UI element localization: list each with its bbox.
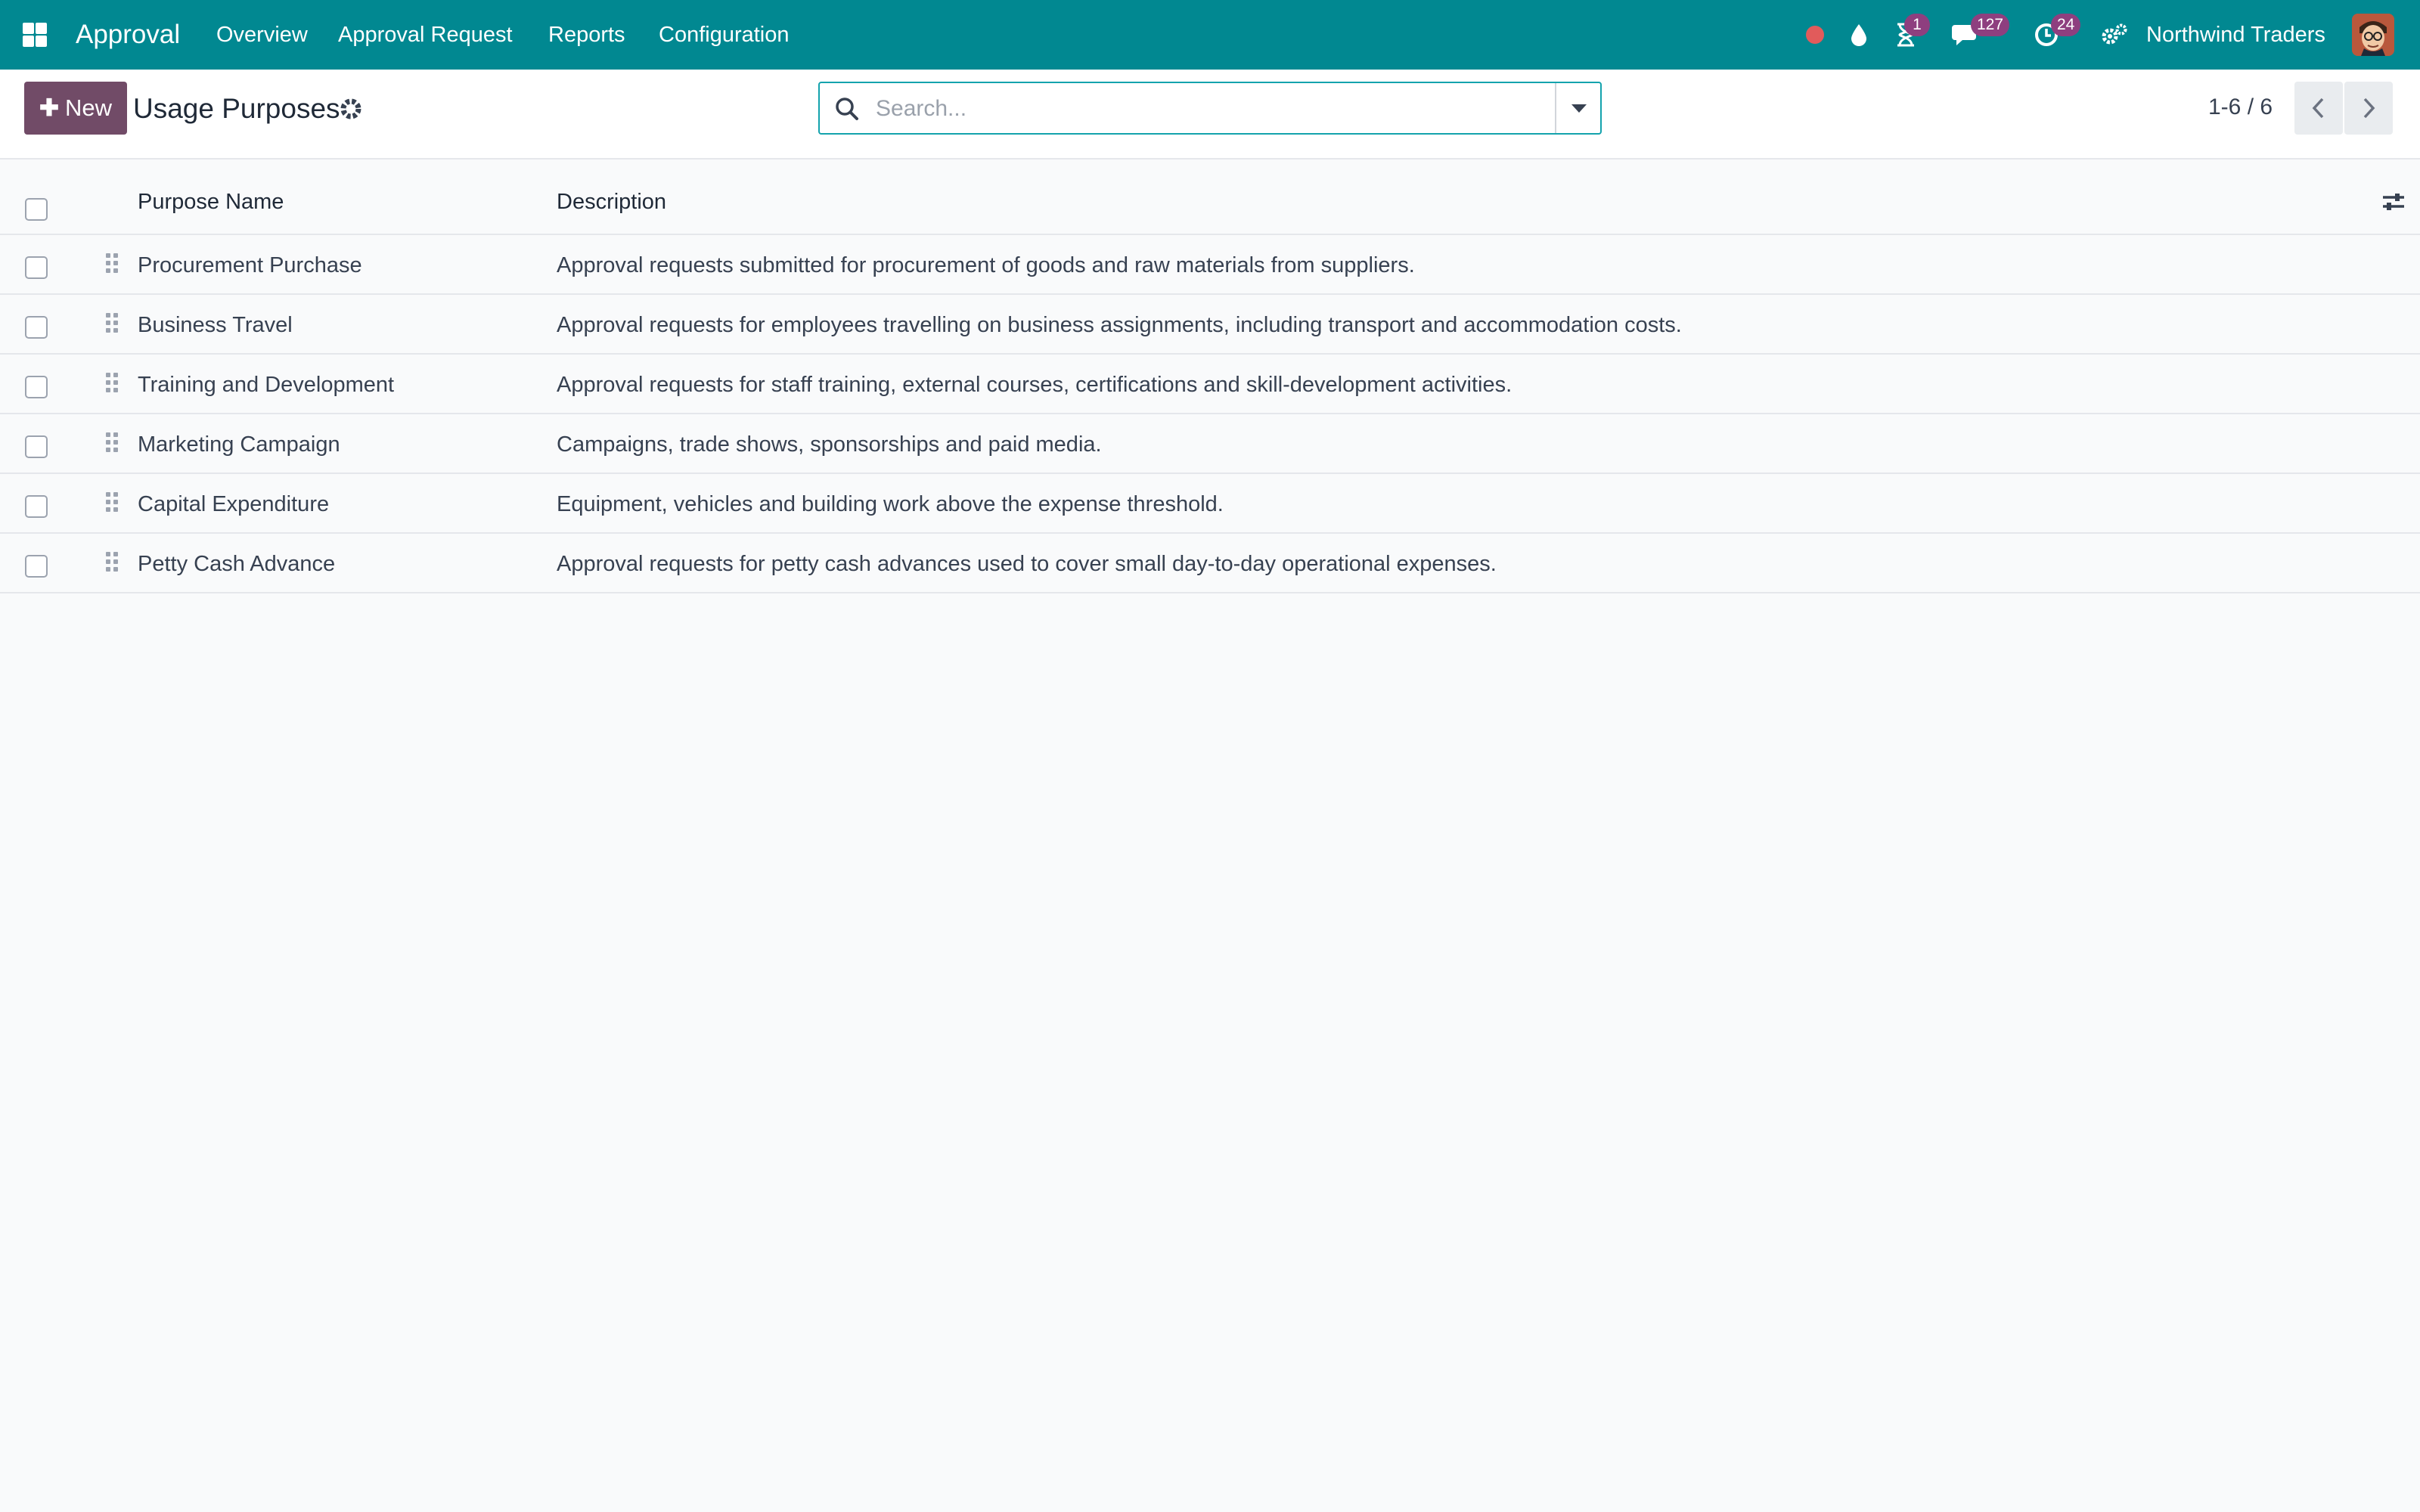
drag-handle-icon[interactable] bbox=[104, 491, 119, 513]
drop-icon[interactable] bbox=[1842, 18, 1876, 51]
select-all-checkbox[interactable] bbox=[25, 198, 48, 221]
drag-handle-icon[interactable] bbox=[104, 252, 119, 274]
pager-previous-button[interactable] bbox=[2294, 82, 2343, 135]
chevron-left-icon bbox=[2312, 98, 2324, 119]
search-input[interactable] bbox=[876, 92, 1526, 125]
description-cell: Campaigns, trade shows, sponsorships and… bbox=[557, 432, 1102, 457]
gear-icon[interactable] bbox=[337, 95, 365, 122]
company-switcher[interactable]: Northwind Traders bbox=[2146, 20, 2325, 50]
description-cell: Equipment, vehicles and building work ab… bbox=[557, 492, 1224, 516]
row-checkbox[interactable] bbox=[25, 555, 48, 578]
row-checkbox[interactable] bbox=[25, 376, 48, 398]
control-panel: ✚New Usage Purposes 1-6 / 6 bbox=[0, 70, 2420, 160]
purposes-list: Purpose Name Description Procurement Pur… bbox=[0, 160, 2420, 593]
new-button[interactable]: ✚ New bbox=[24, 82, 127, 135]
search-bar bbox=[818, 82, 1602, 135]
drag-handle-icon[interactable] bbox=[104, 311, 119, 334]
description-cell: Approval requests for employees travelli… bbox=[557, 313, 1682, 337]
table-row[interactable]: Petty Cash Advance Approval requests for… bbox=[0, 534, 2420, 593]
list-header: Purpose Name Description bbox=[0, 160, 2420, 235]
row-checkbox[interactable] bbox=[25, 435, 48, 458]
purpose-name-cell: Training and Development bbox=[138, 373, 395, 397]
row-checkbox[interactable] bbox=[25, 495, 48, 518]
drag-handle-icon[interactable] bbox=[104, 431, 119, 454]
optional-columns-icon[interactable] bbox=[2381, 190, 2406, 215]
messages-badge: 127 bbox=[1971, 14, 2010, 36]
drag-handle-icon[interactable] bbox=[104, 550, 119, 573]
pager-value[interactable]: 1-6 / 6 bbox=[2208, 92, 2273, 122]
new-button-label: New bbox=[64, 94, 112, 121]
chevron-right-icon bbox=[2363, 98, 2375, 119]
purpose-name-cell: Petty Cash Advance bbox=[138, 552, 336, 576]
page-title: Usage Purposes bbox=[133, 93, 340, 124]
purpose-name-cell: Business Travel bbox=[138, 313, 293, 337]
menu-configuration[interactable]: Configuration bbox=[659, 20, 790, 50]
column-header-purpose-name[interactable]: Purpose Name bbox=[138, 187, 284, 217]
activity-badge: 1 bbox=[1904, 14, 1930, 36]
drag-handle-icon[interactable] bbox=[104, 371, 119, 394]
search-options-toggle[interactable] bbox=[1555, 83, 1600, 133]
clock-badge: 24 bbox=[2051, 14, 2081, 36]
settings-gears-icon[interactable] bbox=[2098, 18, 2131, 51]
table-row[interactable]: Training and Development Approval reques… bbox=[0, 355, 2420, 414]
purpose-name-cell: Procurement Purchase bbox=[138, 253, 362, 277]
description-cell: Approval requests for petty cash advance… bbox=[557, 552, 1497, 576]
pager-next-button[interactable] bbox=[2344, 82, 2393, 135]
table-row[interactable]: Procurement Purchase Approval requests s… bbox=[0, 235, 2420, 295]
table-row[interactable]: Business Travel Approval requests for em… bbox=[0, 295, 2420, 355]
menu-overview[interactable]: Overview bbox=[216, 20, 308, 50]
app-title[interactable]: Approval bbox=[76, 17, 180, 53]
user-avatar[interactable] bbox=[2352, 14, 2394, 56]
purpose-name-cell: Marketing Campaign bbox=[138, 432, 340, 457]
caret-down-icon bbox=[1571, 104, 1587, 113]
menu-approval-request[interactable]: Approval Request bbox=[338, 20, 513, 50]
row-checkbox[interactable] bbox=[25, 316, 48, 339]
plus-icon: ✚ bbox=[39, 94, 59, 121]
menu-reports[interactable]: Reports bbox=[548, 20, 625, 50]
column-header-description[interactable]: Description bbox=[557, 187, 666, 217]
top-navbar: Approval Overview Approval Request Repor… bbox=[0, 0, 2420, 70]
description-cell: Approval requests submitted for procurem… bbox=[557, 253, 1415, 277]
status-dot-icon[interactable] bbox=[1798, 18, 1832, 51]
table-row[interactable]: Marketing Campaign Campaigns, trade show… bbox=[0, 414, 2420, 474]
app-grid-icon[interactable] bbox=[21, 21, 48, 48]
description-cell: Approval requests for staff training, ex… bbox=[557, 373, 1512, 397]
row-checkbox[interactable] bbox=[25, 256, 48, 279]
purpose-name-cell: Capital Expenditure bbox=[138, 492, 330, 516]
search-icon bbox=[833, 95, 861, 122]
table-row[interactable]: Capital Expenditure Equipment, vehicles … bbox=[0, 474, 2420, 534]
